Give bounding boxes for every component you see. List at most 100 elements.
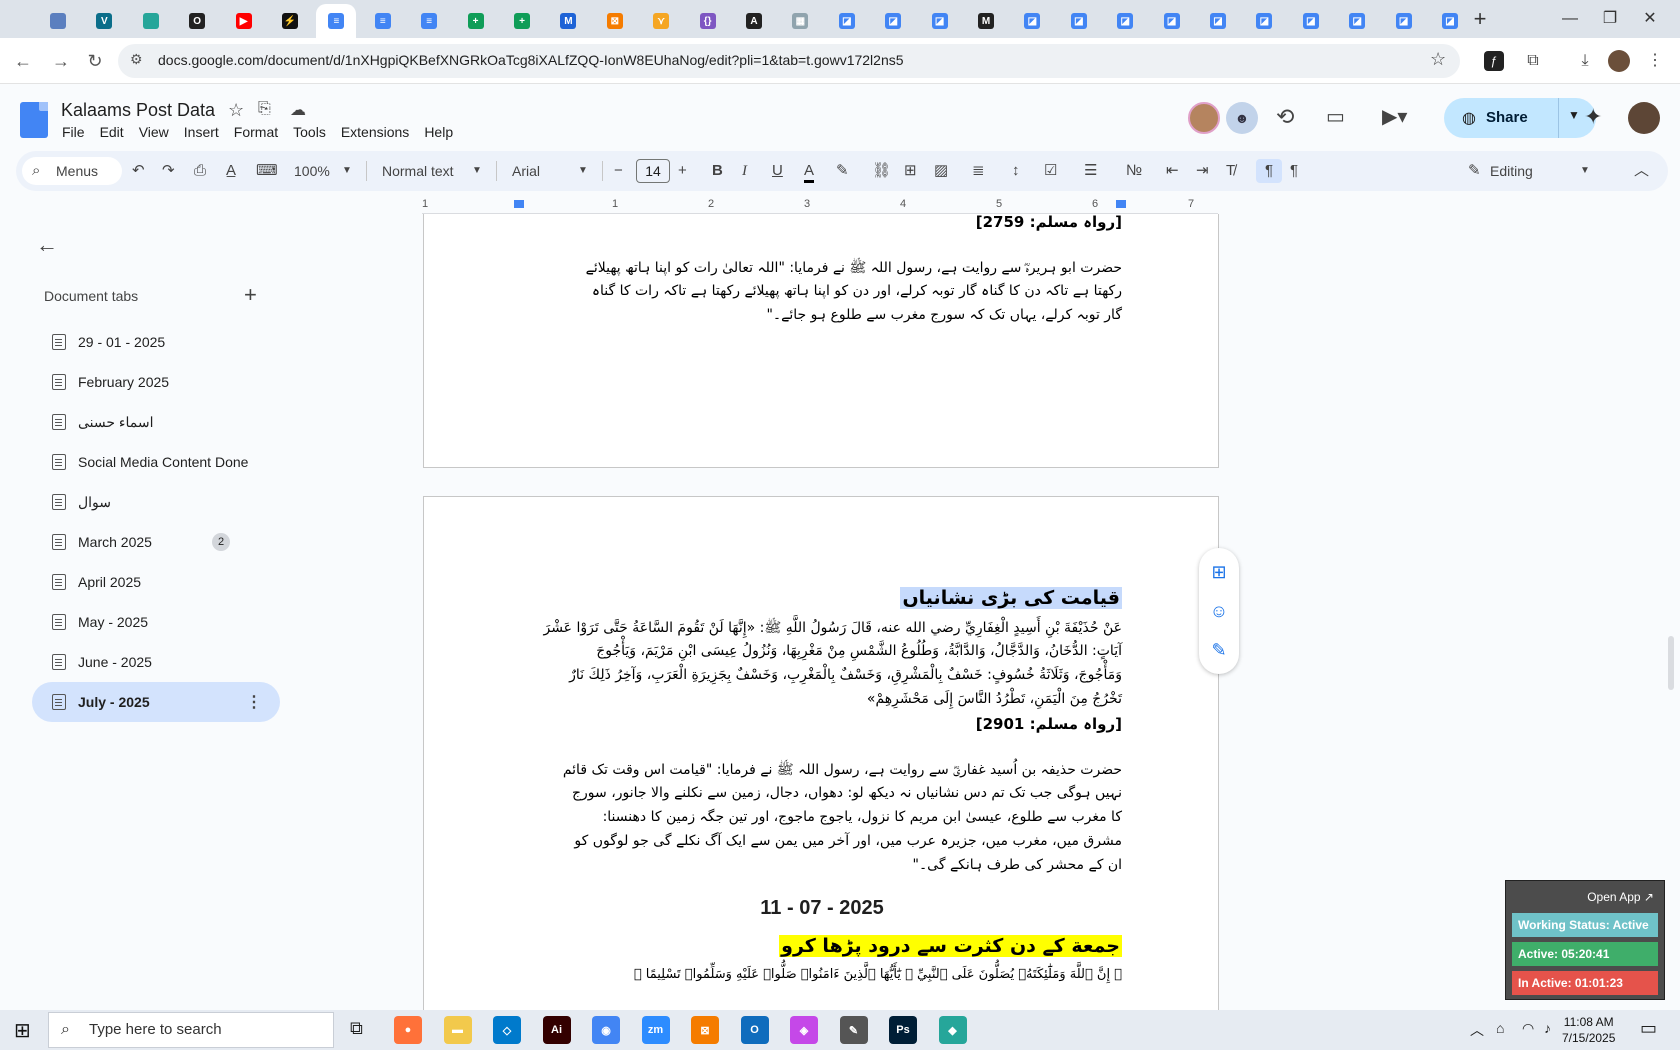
arabic-line[interactable]: تَخْرُجُ مِنَ الْيَمَنِ، تَطْرُدُ النَّا… bbox=[867, 691, 1122, 707]
browser-tab[interactable]: ▶ bbox=[224, 4, 264, 38]
collapse-toolbar-icon[interactable]: ︿ bbox=[1634, 159, 1649, 183]
hadith-reference[interactable]: [رواہ مسلم: 2759] bbox=[976, 214, 1122, 231]
browser-tab[interactable]: ≡ bbox=[363, 4, 403, 38]
page[interactable]: قیامت کی بڑی نشانیاں عَنْ حُذَيْفَةَ بْن… bbox=[423, 496, 1219, 1010]
menus-search[interactable]: ⌕ Menus bbox=[22, 157, 122, 185]
page[interactable]: [رواہ مسلم: 2759] حضرت ابو ہریرہؓ سے روا… bbox=[423, 214, 1219, 468]
extensions-puzzle-icon[interactable]: ⧉ bbox=[1520, 48, 1546, 74]
increase-indent-icon[interactable]: ⇥ bbox=[1196, 159, 1209, 183]
quran-verse[interactable]: ﴿ إِنَّ ٱللَّهَ وَمَلَٰٓئِكَتَهُۥ يُصَلُ… bbox=[634, 967, 1122, 982]
insert-image-icon[interactable]: ▨ bbox=[934, 159, 948, 183]
italic-icon[interactable]: I bbox=[742, 159, 747, 183]
document-title[interactable]: Kalaams Post Data bbox=[61, 100, 215, 121]
browser-tab[interactable]: ◪ bbox=[920, 4, 960, 38]
menu-format[interactable]: Format bbox=[234, 124, 278, 144]
bold-icon[interactable]: B bbox=[712, 159, 723, 183]
move-icon[interactable]: ⎘ bbox=[258, 100, 271, 118]
document-tab-item[interactable]: June - 2025 bbox=[32, 642, 280, 682]
menu-edit[interactable]: Edit bbox=[100, 124, 124, 144]
print-icon[interactable]: ⎙ bbox=[194, 159, 206, 183]
open-app-link[interactable]: Open App ↗ bbox=[1512, 885, 1658, 909]
system-clock[interactable]: 11:08 AM 7/15/2025 bbox=[1562, 1014, 1615, 1046]
collaborator-anon-icon[interactable]: ☻ bbox=[1226, 102, 1258, 134]
document-tab-item[interactable]: May - 2025 bbox=[32, 602, 280, 642]
browser-tab[interactable]: ◪ bbox=[1291, 4, 1331, 38]
style-select[interactable]: Normal text bbox=[382, 159, 454, 183]
urdu-line[interactable]: رکھتا ہے تاکہ دن کا گناہ گار توبہ کرلے، … bbox=[592, 283, 1122, 299]
browser-tab[interactable]: ⚡ bbox=[270, 4, 310, 38]
hadith-reference[interactable]: [رواہ مسلم: 2901] bbox=[976, 715, 1122, 733]
indent-marker-icon[interactable] bbox=[514, 200, 524, 208]
browser-tab[interactable]: ◪ bbox=[1012, 4, 1052, 38]
urdu-line[interactable]: ان کے محشر کی طرف ہانکے گی۔" bbox=[913, 857, 1122, 873]
browser-tab[interactable]: + bbox=[456, 4, 496, 38]
taskbar-app-icon[interactable]: ◆ bbox=[938, 1016, 967, 1044]
browser-menu-icon[interactable]: ⋮ bbox=[1642, 48, 1668, 74]
new-tab-button[interactable]: + bbox=[1466, 6, 1494, 34]
emoji-reaction-icon[interactable]: ☺ bbox=[1209, 601, 1229, 621]
add-tab-button[interactable]: + bbox=[244, 282, 257, 308]
taskbar-app-icon[interactable]: ⊠ bbox=[691, 1016, 719, 1044]
browser-tab[interactable]: ▦ bbox=[780, 4, 820, 38]
meet-icon[interactable]: ▶▾ bbox=[1382, 104, 1407, 129]
browser-tab[interactable]: ◪ bbox=[873, 4, 913, 38]
site-info-icon[interactable]: ⚙ bbox=[130, 51, 143, 68]
font-select[interactable]: Arial bbox=[512, 159, 540, 183]
menu-help[interactable]: Help bbox=[424, 124, 453, 144]
rtl-icon[interactable]: ¶ bbox=[1290, 159, 1298, 183]
task-view-icon[interactable]: ⧉ bbox=[350, 1018, 363, 1039]
line-spacing-icon[interactable]: ↕ bbox=[1012, 159, 1020, 183]
browser-tab[interactable]: ≡ bbox=[409, 4, 449, 38]
version-history-icon[interactable]: ⟲ bbox=[1276, 104, 1294, 130]
add-comment-icon[interactable]: ⊞ bbox=[1209, 562, 1229, 582]
taskbar-app-icon[interactable]: zm bbox=[641, 1016, 670, 1044]
browser-tab[interactable]: ◪ bbox=[1198, 4, 1238, 38]
profile-avatar[interactable] bbox=[1608, 50, 1630, 72]
pencil-icon[interactable]: ✎ bbox=[1468, 159, 1481, 183]
document-tab-item[interactable]: اسماء حسنی bbox=[32, 402, 280, 442]
decrease-indent-icon[interactable]: ⇤ bbox=[1166, 159, 1179, 183]
bulleted-list-icon[interactable]: ☰ bbox=[1084, 159, 1097, 183]
wifi-icon[interactable]: ◠ bbox=[1522, 1020, 1534, 1037]
underline-icon[interactable]: U bbox=[772, 159, 783, 183]
notifications-icon[interactable]: ▭ bbox=[1640, 1018, 1657, 1039]
taskbar-app-icon[interactable]: ▬ bbox=[443, 1016, 472, 1044]
share-button[interactable]: ◍ Share ▼ bbox=[1444, 98, 1596, 138]
date-heading[interactable]: 11 - 07 - 2025 bbox=[424, 897, 1220, 920]
document-tab-item[interactable]: March 2025 2 bbox=[32, 522, 280, 562]
taskbar-app-icon[interactable]: Ps bbox=[889, 1016, 917, 1044]
gemini-icon[interactable]: ✦ bbox=[1584, 104, 1602, 130]
taskbar-app-icon[interactable]: ✎ bbox=[839, 1016, 868, 1044]
checklist-icon[interactable]: ☑ bbox=[1044, 159, 1057, 183]
browser-tab[interactable]: ◪ bbox=[1059, 4, 1099, 38]
document-tab-item[interactable]: 29 - 01 - 2025 bbox=[32, 322, 280, 362]
chevron-down-icon[interactable]: ▼ bbox=[1568, 108, 1580, 122]
arabic-line[interactable]: عَنْ حُذَيْفَةَ بْنِ أَسِيدٍ الْغِفَارِي… bbox=[543, 619, 1122, 639]
browser-tab[interactable]: ⊠ bbox=[595, 4, 635, 38]
arabic-line[interactable]: آيَاتٍ: الدُّخَانُ، وَالدَّجَّالُ، وَالد… bbox=[596, 643, 1122, 659]
redo-icon[interactable]: ↷ bbox=[162, 159, 175, 183]
docs-logo-icon[interactable] bbox=[20, 102, 48, 138]
browser-tab[interactable] bbox=[131, 4, 171, 38]
browser-tab[interactable]: {} bbox=[688, 4, 728, 38]
forward-icon[interactable]: → bbox=[48, 48, 74, 74]
ltr-icon[interactable]: ¶ bbox=[1256, 159, 1282, 183]
spellcheck-icon[interactable]: A̲ bbox=[226, 159, 236, 183]
mode-chevron-icon[interactable]: ▼ bbox=[1580, 159, 1590, 183]
tab-options-icon[interactable]: ⋮ bbox=[246, 692, 262, 712]
highlight-icon[interactable]: ✎ bbox=[836, 159, 849, 183]
account-avatar[interactable] bbox=[1628, 102, 1660, 134]
section-heading[interactable]: قیامت کی بڑی نشانیاں bbox=[900, 587, 1122, 609]
font-chevron-icon[interactable]: ▼ bbox=[578, 159, 588, 183]
star-icon[interactable]: ☆ bbox=[228, 100, 244, 121]
browser-tab[interactable]: M bbox=[548, 4, 588, 38]
browser-tab[interactable]: V bbox=[84, 4, 124, 38]
increase-font-icon[interactable]: + bbox=[678, 159, 687, 183]
chevron-up-icon[interactable]: ︿ bbox=[1470, 1020, 1484, 1040]
extension-f-icon[interactable]: ƒ bbox=[1484, 51, 1504, 71]
browser-tab[interactable]: ◪ bbox=[1152, 4, 1192, 38]
clear-formatting-icon[interactable]: T̸ bbox=[1226, 159, 1235, 183]
urdu-line[interactable]: حضرت حذیفہ بن اُسید غفاریؓ سے روایت ہے، … bbox=[563, 761, 1122, 781]
browser-tab[interactable]: M bbox=[966, 4, 1006, 38]
browser-tab[interactable]: ⋎ bbox=[641, 4, 681, 38]
